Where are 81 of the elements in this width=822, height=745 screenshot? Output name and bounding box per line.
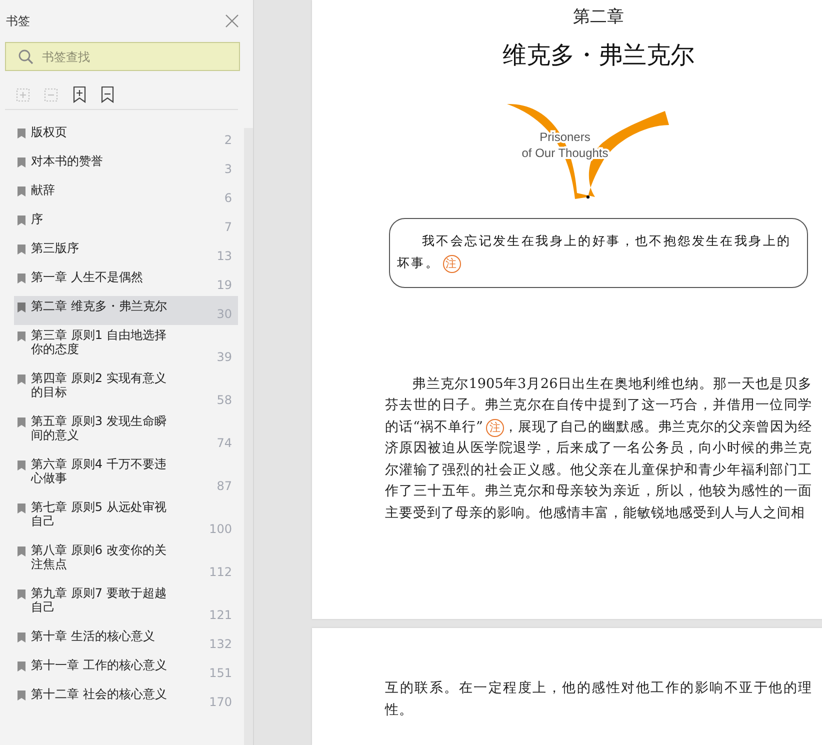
bookmark-item[interactable]: 版权页 2: [14, 122, 238, 151]
body-paragraph: 互的联系。在一定程度上，他的感性对他工作的影响不亚于他的理性。: [385, 679, 812, 720]
bookmark-item[interactable]: 第八章 原则6 改变你的关注焦点 112: [14, 540, 238, 583]
scrollbar-track[interactable]: [244, 128, 253, 745]
bookmark-title: 第九章 原则7 要敢于超越自己: [31, 586, 168, 614]
search-input[interactable]: 书签查找: [42, 48, 202, 66]
bookmark-title: 第六章 原则4 千万不要违心做事: [31, 457, 168, 485]
page-number: 30: [216, 306, 233, 323]
page-number: 170: [209, 694, 233, 711]
page-number: 112: [209, 564, 233, 581]
bookmark-icon: [17, 632, 26, 643]
bookmark-item[interactable]: 第四章 原则2 实现有意义的目标 58: [14, 368, 238, 411]
page-number: 121: [209, 607, 233, 624]
bookmark-item[interactable]: 第十一章 工作的核心意义 151: [14, 655, 238, 684]
page-number: 74: [216, 435, 233, 452]
bookmark-title: 第三版序: [31, 241, 80, 255]
bookmark-icon: [17, 128, 26, 139]
chapter-title: 维克多・弗兰克尔: [502, 40, 696, 70]
page-number: 2: [224, 132, 233, 149]
bookmark-item[interactable]: 第十章 生活的核心意义 132: [14, 626, 238, 655]
bookmark-icon: [17, 302, 26, 313]
bookmark-item[interactable]: 对本书的赞誉 3: [14, 151, 238, 180]
bookmark-icon: [17, 244, 26, 255]
bookmark-item[interactable]: 第六章 原则4 千万不要违心做事 87: [14, 454, 238, 497]
bookmark-icon: [17, 417, 26, 428]
bookmark-title: 对本书的赞誉: [31, 154, 104, 168]
bookmark-title: 第五章 原则3 发现生命瞬间的意义: [31, 414, 168, 442]
bookmark-icon: [17, 460, 26, 471]
page-number: 132: [209, 636, 233, 653]
bookmark-icon: [17, 157, 26, 168]
chapter-number: 第二章: [572, 6, 625, 29]
bookmark-item[interactable]: 第三章 原则1 自由地选择你的态度 39: [14, 325, 238, 368]
bookmark-title: 第八章 原则6 改变你的关注焦点: [31, 543, 168, 571]
page-number: 151: [209, 665, 233, 682]
page-number: 7: [224, 219, 233, 236]
bookmark-icon: [17, 273, 26, 284]
close-button[interactable]: [225, 14, 239, 28]
page-number: 13: [216, 248, 233, 265]
bookmark-item[interactable]: 第九章 原则7 要敢于超越自己 121: [14, 583, 238, 626]
bookmark-title: 第七章 原则5 从远处审视自己: [31, 500, 168, 528]
page-number: 39: [216, 349, 233, 366]
quote-box: 我不会忘记发生在我身上的好事，也不抱怨发生在我身上的坏事。 注: [389, 218, 808, 288]
page-number: 87: [216, 478, 233, 495]
search-icon: [18, 48, 34, 64]
body-paragraph: 弗兰克尔1905年3月26日出生在奥地利维也纳。那一天也是贝多芬去世的日子。弗兰克尔在自传中提到了这一巧合，并借用一位同学的话“祸不单行” 注 ，展现了自己的幽默感。弗兰克尔的父亲曾因为经济原因被迫从医学院退学，后来成了一名公务员，向小时候的弗兰克尔灌输了强烈的社会正义感。他父亲在儿童保护和青少年福利部门工作了三十五年。弗兰克尔和母亲较为亲近，所以，他较为感性的一面主要受到了母亲的影响。他感情丰富，能敏锐地感受到人与人之间相: [385, 374, 812, 522]
bookmark-title: 序: [31, 212, 44, 226]
bookmark-icon: [17, 661, 26, 672]
bookmark-icon: [17, 186, 26, 197]
bookmark-item[interactable]: 第二章 维克多・弗兰克尔 30: [14, 296, 238, 325]
bookmark-icon: [17, 589, 26, 600]
bookmark-icon: [17, 374, 26, 385]
bookmark-item[interactable]: 献辞 6: [14, 180, 238, 209]
bookmark-icon: [17, 690, 26, 701]
add-bookmark-button[interactable]: [72, 86, 87, 103]
bookmark-icon: [17, 331, 26, 342]
bookmark-title: 第十二章 社会的核心意义: [31, 687, 168, 701]
bookmark-title: 第二章 维克多・弗兰克尔: [31, 299, 168, 313]
bookmark-title: 第一章 人生不是偶然: [31, 270, 144, 284]
bookmark-item[interactable]: 序 7: [14, 209, 238, 238]
bookmark-item[interactable]: 第一章 人生不是偶然 19: [14, 267, 238, 296]
bookmark-icon: [17, 546, 26, 557]
bookmark-item[interactable]: 第七章 原则5 从远处审视自己 100: [14, 497, 238, 540]
page-number: 3: [224, 161, 233, 178]
page-number: 100: [209, 521, 233, 538]
bookmark-title: 第四章 原则2 实现有意义的目标: [31, 371, 168, 399]
bookmark-title: 第十章 生活的核心意义: [31, 629, 156, 643]
bookmark-item[interactable]: 第十二章 社会的核心意义 170: [14, 684, 238, 713]
bookmark-item[interactable]: 第五章 原则3 发现生命瞬间的意义 74: [14, 411, 238, 454]
bookmark-button[interactable]: [100, 86, 115, 103]
panel-title: 书签: [6, 13, 30, 30]
bookmark-icon: [17, 503, 26, 514]
page-number: 6: [224, 190, 233, 207]
bookmark-item[interactable]: 第三版序 13: [14, 238, 238, 267]
bookmark-title: 版权页: [31, 125, 68, 139]
page-number: 19: [216, 277, 233, 294]
bookmark-title: 第三章 原则1 自由地选择你的态度: [31, 328, 168, 356]
bookmark-title: 第十一章 工作的核心意义: [31, 658, 168, 672]
bookmark-title: 献辞: [31, 183, 56, 197]
page-number: 58: [216, 392, 233, 409]
bookmark-icon: [17, 215, 26, 226]
search-field[interactable]: 书签查找: [5, 42, 240, 71]
